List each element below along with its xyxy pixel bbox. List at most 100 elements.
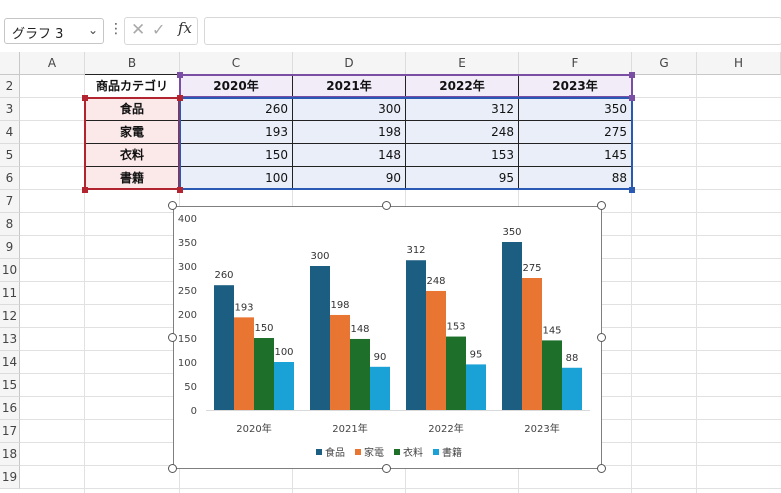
row-header-8[interactable]: 8 [0,213,20,236]
legend-swatch [433,449,439,455]
data-label: 300 [310,251,329,262]
column-header-f[interactable]: F [519,52,632,75]
row-header-12[interactable]: 12 [0,305,20,328]
name-box[interactable]: グラフ 3 ⌄ [4,18,104,44]
range-corner-handle [82,187,88,193]
resize-handle[interactable] [597,333,606,342]
bar-衣料 [446,336,466,410]
bar-家電 [234,317,254,410]
column-header-g[interactable]: G [632,52,697,75]
y-tick-label: 100 [178,358,197,369]
resize-handle[interactable] [168,201,177,210]
enter-icon[interactable]: ✓ [152,20,165,39]
column-header-b[interactable]: B [85,52,180,75]
range-corner-handle [629,72,635,78]
data-label: 312 [406,245,425,256]
data-label: 100 [274,347,293,358]
column-header-h[interactable]: H [697,52,781,75]
range-corner-handle [177,187,183,193]
data-label: 275 [522,263,541,274]
x-tick-label: 2023年 [524,422,559,435]
data-label: 248 [426,276,445,287]
cancel-icon[interactable]: ✕ [131,20,145,40]
row-header-4[interactable]: 4 [0,121,20,144]
range-highlight-series-names [179,74,633,98]
bar-衣料 [350,338,370,410]
range-highlight-categories [84,97,180,190]
bar-書籍 [562,367,582,410]
bar-食品 [214,285,234,410]
bar-書籍 [274,362,294,410]
column-header-a[interactable]: A [20,52,85,75]
y-tick-label: 50 [184,382,197,393]
gridline-horizontal [20,488,781,489]
bar-食品 [502,242,522,410]
data-label: 145 [542,325,561,336]
row-header-10[interactable]: 10 [0,259,20,282]
data-label: 260 [214,270,233,281]
ribbon-strip [0,0,781,12]
bar-chart: 0501001502002503003504002601931501002020… [178,214,590,459]
range-corner-handle [82,95,88,101]
chart-area[interactable]: 0 50 100 150 200 250 300 350 400 260 193 150 100 2020… [173,206,602,469]
row-header-5[interactable]: 5 [0,144,20,167]
column-header-e[interactable]: E [406,52,519,75]
y-tick-label: 400 [178,214,197,225]
y-tick-label: 350 [178,238,197,249]
row-header-13[interactable]: 13 [0,328,20,351]
row-header-7[interactable]: 7 [0,190,20,213]
range-highlight-values [179,97,633,190]
data-label: 90 [374,352,387,363]
y-tick-label: 300 [178,262,197,273]
resize-handle[interactable] [382,201,391,210]
row-header-11[interactable]: 11 [0,282,20,305]
range-corner-handle [177,72,183,78]
header-cell-category[interactable]: 商品カテゴリ [85,75,179,97]
row-header-19[interactable]: 19 [0,466,20,489]
y-tick-label: 0 [191,406,197,417]
legend-swatch [316,449,322,455]
legend-swatch [355,449,361,455]
column-header-c[interactable]: C [180,52,293,75]
bar-家電 [330,314,350,410]
insert-function-button[interactable]: fx [178,19,192,37]
formula-input[interactable] [204,17,781,45]
more-options-icon[interactable]: ⋮ [109,21,123,37]
name-box-value: グラフ 3 [12,27,64,42]
range-corner-handle [629,187,635,193]
row-header-15[interactable]: 15 [0,374,20,397]
row-header-16[interactable]: 16 [0,397,20,420]
select-all-corner[interactable] [0,52,20,75]
row-header-14[interactable]: 14 [0,351,20,374]
bar-衣料 [542,340,562,410]
range-corner-handle [629,95,635,101]
resize-handle[interactable] [168,464,177,473]
resize-handle[interactable] [597,464,606,473]
y-tick-label: 200 [178,310,197,321]
data-label: 88 [566,353,579,364]
legend-entry: 衣料 [403,446,423,459]
range-corner-handle [177,95,183,101]
bar-家電 [522,278,542,410]
resize-handle[interactable] [597,201,606,210]
bar-書籍 [370,366,390,410]
chevron-down-icon[interactable]: ⌄ [88,23,98,37]
data-label: 350 [502,227,521,238]
resize-handle[interactable] [382,464,391,473]
bar-家電 [426,290,446,410]
row-header-18[interactable]: 18 [0,443,20,466]
data-label: 153 [446,322,465,333]
data-label: 95 [470,349,483,360]
y-tick-label: 150 [178,334,197,345]
row-header-17[interactable]: 17 [0,420,20,443]
column-header-d[interactable]: D [293,52,406,75]
x-tick-label: 2021年 [332,422,367,435]
bar-食品 [310,266,330,410]
row-header-2[interactable]: 2 [0,75,20,98]
row-header-9[interactable]: 9 [0,236,20,259]
resize-handle[interactable] [168,333,177,342]
row-header-6[interactable]: 6 [0,167,20,190]
legend-entry: 書籍 [442,446,462,459]
y-tick-label: 250 [178,286,197,297]
row-header-3[interactable]: 3 [0,98,20,121]
